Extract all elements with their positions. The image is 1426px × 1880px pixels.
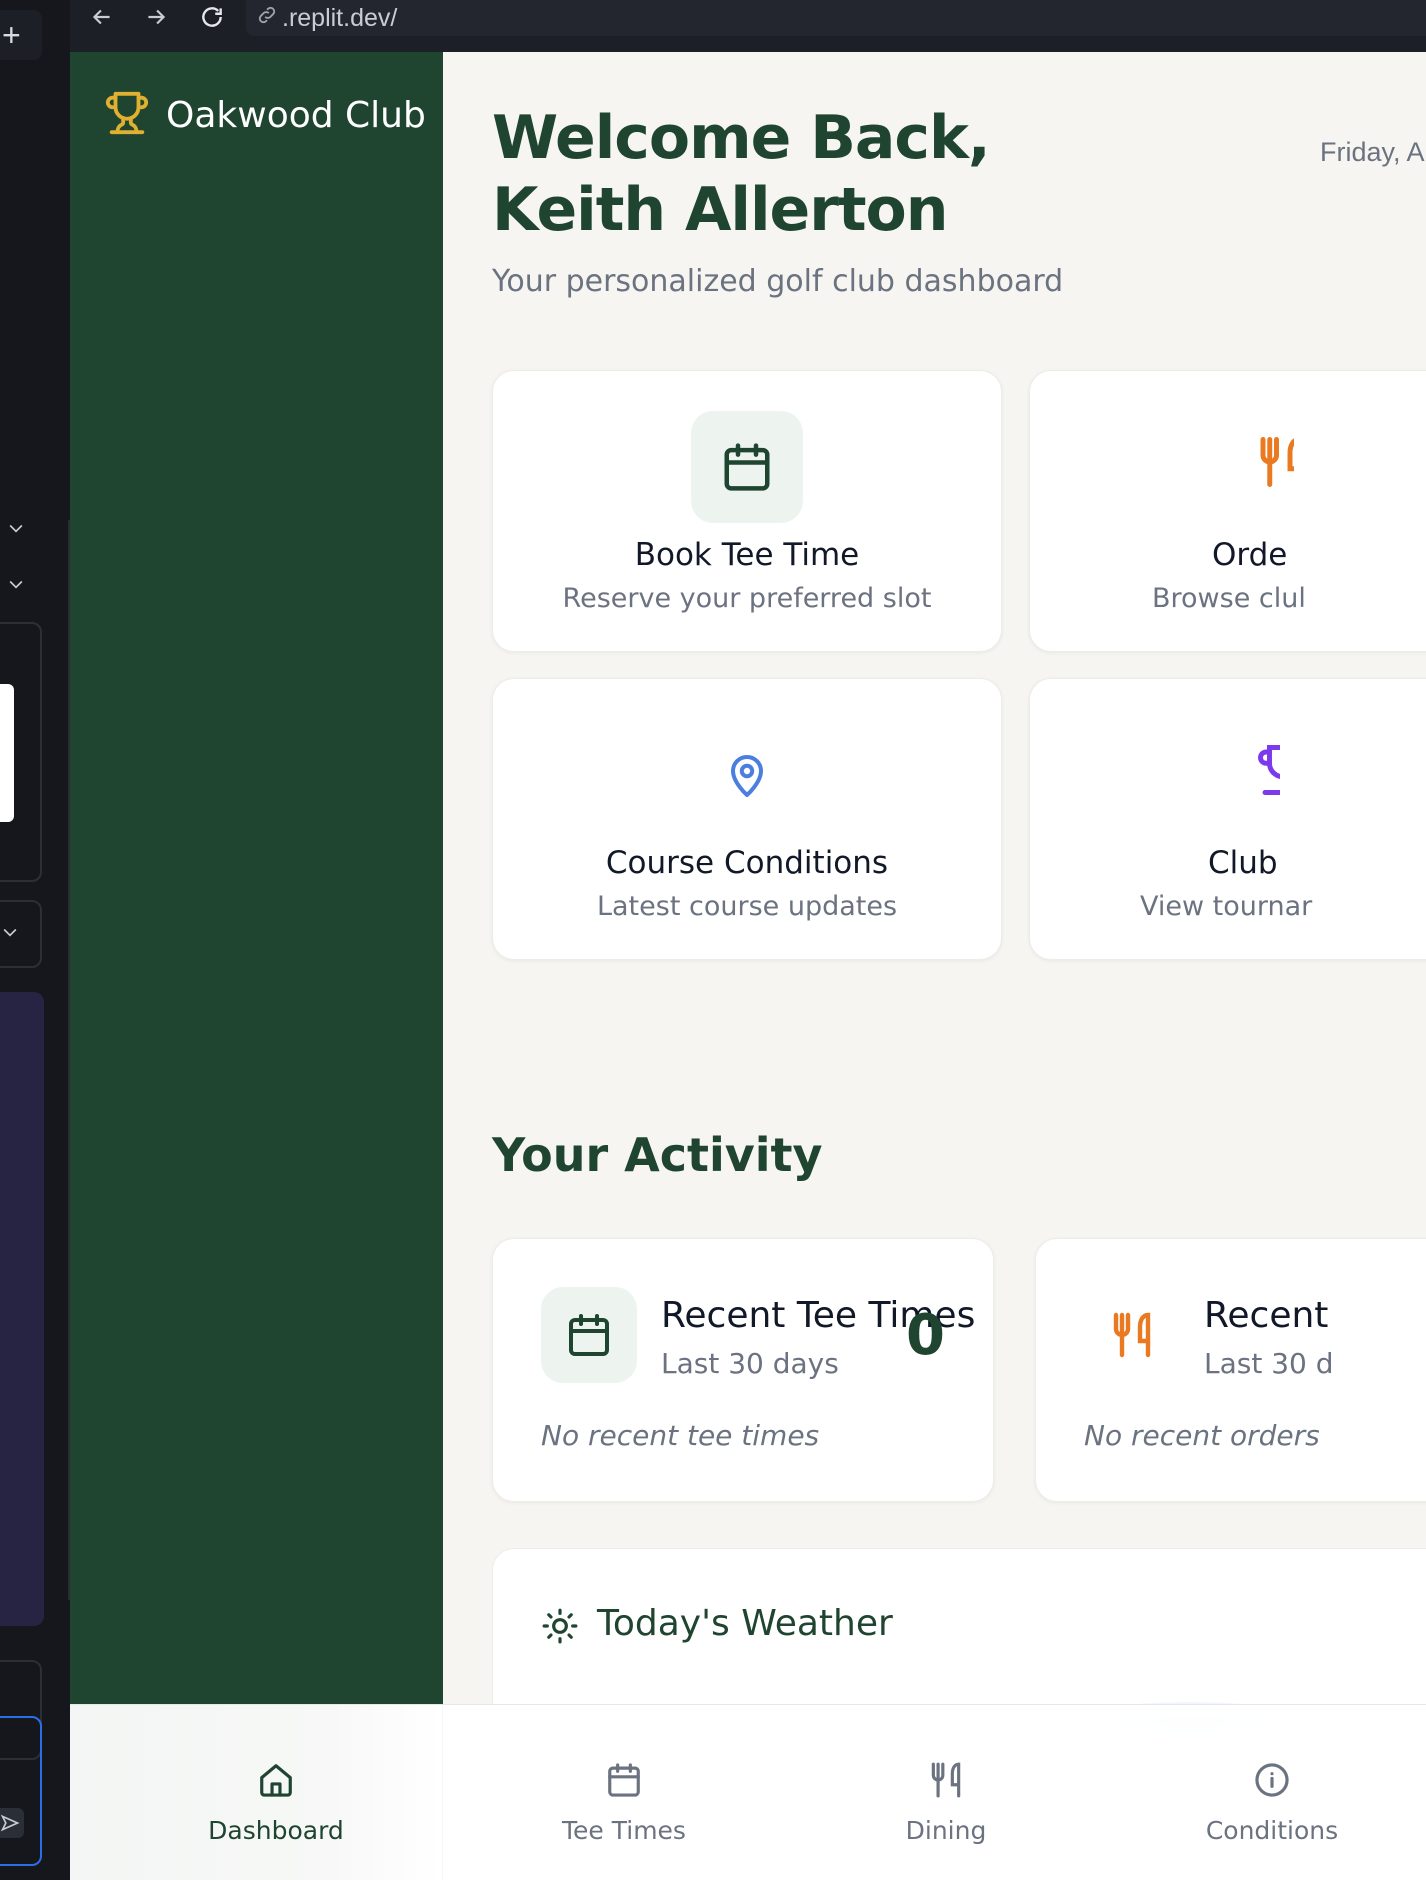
app-frame: Oakwood Club Welcome Back, Keith Allerto…: [70, 52, 1426, 1880]
calendar-icon: [608, 1763, 640, 1797]
card-description: Latest course updates: [596, 891, 898, 922]
trophy-icon: [104, 90, 150, 141]
nav-tee-times[interactable]: Tee Times: [504, 1705, 744, 1880]
card-title: Course Conditions: [605, 845, 889, 881]
recent-orders-card: Recent Last 30 d No recent orders: [1035, 1238, 1426, 1502]
page-title: Welcome Back, Keith Allerton: [492, 103, 991, 245]
calendar-icon: [691, 411, 803, 523]
chevron-down-icon[interactable]: [6, 574, 28, 596]
main-content: Welcome Back, Keith Allerton Friday, A P…: [443, 52, 1426, 1880]
editor-scroll-thumb[interactable]: [0, 684, 14, 822]
card-description: View tournar: [1140, 891, 1313, 922]
card-title: Book Tee Time: [634, 537, 860, 573]
reload-icon[interactable]: [194, 0, 230, 34]
nav-dashboard[interactable]: Dashboard: [156, 1705, 396, 1880]
brand[interactable]: Oakwood Club: [104, 90, 426, 141]
nav-dining[interactable]: Dining: [826, 1705, 1066, 1880]
book-tee-time-card[interactable]: Book Tee Time Reserve your preferred slo…: [492, 370, 1002, 652]
card-description: Browse clul: [1152, 583, 1306, 614]
club-events-card[interactable]: Club View tournar: [1029, 678, 1426, 960]
utensils-icon: [1084, 1287, 1180, 1383]
url-text: .replit.dev/: [282, 4, 398, 32]
activity-period: Last 30 d: [1204, 1347, 1334, 1380]
nav-conditions[interactable]: Conditions: [1152, 1705, 1392, 1880]
address-bar[interactable]: .replit.dev/: [246, 0, 1426, 36]
weather-title: Today's Weather: [597, 1603, 893, 1644]
activity-empty-text: No recent tee times: [541, 1419, 820, 1452]
editor-side-panel: +: [0, 0, 70, 1880]
activity-count: 0: [906, 1303, 945, 1368]
activity-empty-text: No recent orders: [1084, 1419, 1320, 1452]
activity-heading: Your Activity: [492, 1128, 823, 1182]
brand-name: Oakwood Club: [166, 95, 426, 136]
add-tab-button[interactable]: +: [0, 10, 42, 60]
editor-chat-panel: [0, 992, 44, 1626]
nav-label: Dashboard: [208, 1816, 344, 1845]
browser-toolbar: .replit.dev/: [70, 0, 1426, 52]
utensils-icon: [1254, 435, 1294, 491]
forward-arrow-icon[interactable]: [138, 0, 174, 34]
info-icon: [1255, 1763, 1289, 1797]
chevron-down-icon[interactable]: [0, 922, 22, 944]
back-arrow-icon[interactable]: [84, 0, 120, 34]
order-dining-card[interactable]: Orde Browse clul: [1029, 370, 1426, 652]
course-conditions-card[interactable]: Course Conditions Latest course updates: [492, 678, 1002, 960]
sidebar: Oakwood Club: [70, 52, 443, 1880]
activity-period: Last 30 days: [661, 1347, 839, 1380]
map-pin-icon: [691, 719, 803, 831]
utensils-icon: [931, 1762, 961, 1798]
chevron-down-icon[interactable]: [6, 518, 28, 540]
bottom-nav: Dashboard Tee Times Dining Conditions: [70, 1704, 1426, 1880]
editor-prompt-input[interactable]: [0, 1716, 42, 1866]
home-icon: [260, 1764, 292, 1797]
activity-title: Recent: [1204, 1295, 1329, 1336]
nav-label: Dining: [905, 1816, 987, 1845]
card-title: Orde: [1212, 537, 1288, 573]
link-icon: [256, 2, 282, 34]
nav-label: Conditions: [1205, 1816, 1339, 1845]
page-subtitle: Your personalized golf club dashboard: [492, 264, 1064, 299]
card-title: Club: [1208, 845, 1278, 881]
calendar-icon: [541, 1287, 637, 1383]
card-description: Reserve your preferred slot: [562, 583, 932, 614]
current-datetime: Friday, A PM: [1320, 137, 1426, 167]
recent-tee-times-card: Recent Tee Times Last 30 days 0 No recen…: [492, 1238, 994, 1502]
trophy-icon: [1256, 743, 1280, 799]
nav-label: Tee Times: [562, 1816, 686, 1845]
send-icon[interactable]: [0, 1808, 24, 1838]
